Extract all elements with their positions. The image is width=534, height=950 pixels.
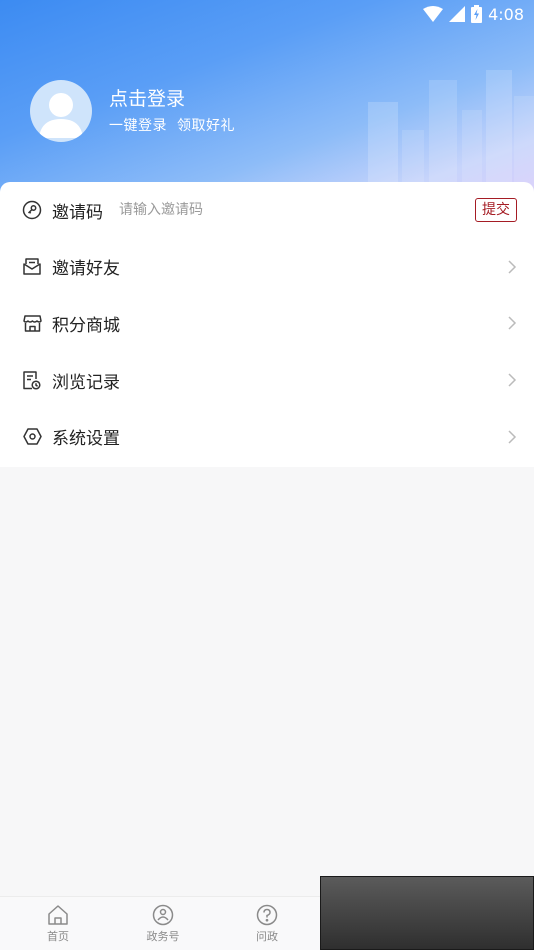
login-title[interactable]: 点击登录 (109, 87, 235, 111)
menu-item-label: 邀请好友 (52, 259, 120, 280)
menu-item-label: 积分商城 (52, 315, 120, 336)
menu-item-browsing-history[interactable]: 浏览记录 (0, 352, 534, 409)
history-icon (22, 370, 42, 390)
government-icon (152, 904, 174, 926)
envelope-icon (22, 257, 42, 277)
status-time: 4:08 (488, 4, 524, 24)
cellular-signal-icon (449, 6, 466, 22)
nav-item-ask-government[interactable]: 问政 (237, 904, 297, 944)
watermark-logo (320, 876, 534, 950)
menu-item-system-settings[interactable]: 系统设置 (0, 408, 534, 465)
wifi-icon (423, 6, 444, 22)
nav-label: 问政 (256, 930, 278, 943)
chevron-right-icon (508, 316, 517, 331)
login-profile[interactable]: 点击登录 一键登录 领取好礼 (30, 80, 235, 142)
claim-gift-text: 领取好礼 (177, 117, 235, 134)
nav-label: 首页 (47, 930, 69, 943)
chevron-right-icon (508, 373, 517, 387)
login-subtitle: 一键登录 领取好礼 (109, 116, 235, 136)
menu-item-points-mall[interactable]: 积分商城 (0, 295, 534, 352)
settings-icon (22, 427, 42, 447)
nav-item-home[interactable]: 首页 (28, 904, 88, 944)
key-icon (22, 200, 42, 220)
question-icon (256, 904, 278, 926)
chevron-right-icon (508, 260, 517, 274)
nav-item-government[interactable]: 政务号 (133, 904, 193, 944)
one-click-login-text: 一键登录 (109, 117, 167, 134)
nav-label: 政务号 (146, 930, 180, 943)
menu-item-label: 系统设置 (52, 429, 120, 450)
chevron-right-icon (508, 430, 517, 444)
store-icon (22, 313, 42, 333)
default-user-avatar-icon (39, 93, 83, 138)
avatar[interactable] (30, 80, 92, 142)
menu-card: 邀请码 提交 邀请好友 积分商城 (0, 182, 534, 467)
menu-item-invite-friends[interactable]: 邀请好友 (0, 239, 534, 296)
city-skyline-graphic (368, 70, 534, 200)
status-bar: 4:08 (423, 0, 524, 28)
invite-code-row: 邀请码 提交 (0, 182, 534, 239)
header-banner: 4:08 点击登录 一键登录 领取好礼 (0, 0, 534, 200)
menu-item-label: 浏览记录 (52, 372, 120, 393)
battery-charging-icon (471, 5, 483, 23)
home-icon (48, 905, 68, 925)
invite-code-label: 邀请码 (52, 202, 103, 223)
submit-button[interactable]: 提交 (475, 198, 517, 223)
invite-code-input[interactable] (117, 201, 351, 220)
